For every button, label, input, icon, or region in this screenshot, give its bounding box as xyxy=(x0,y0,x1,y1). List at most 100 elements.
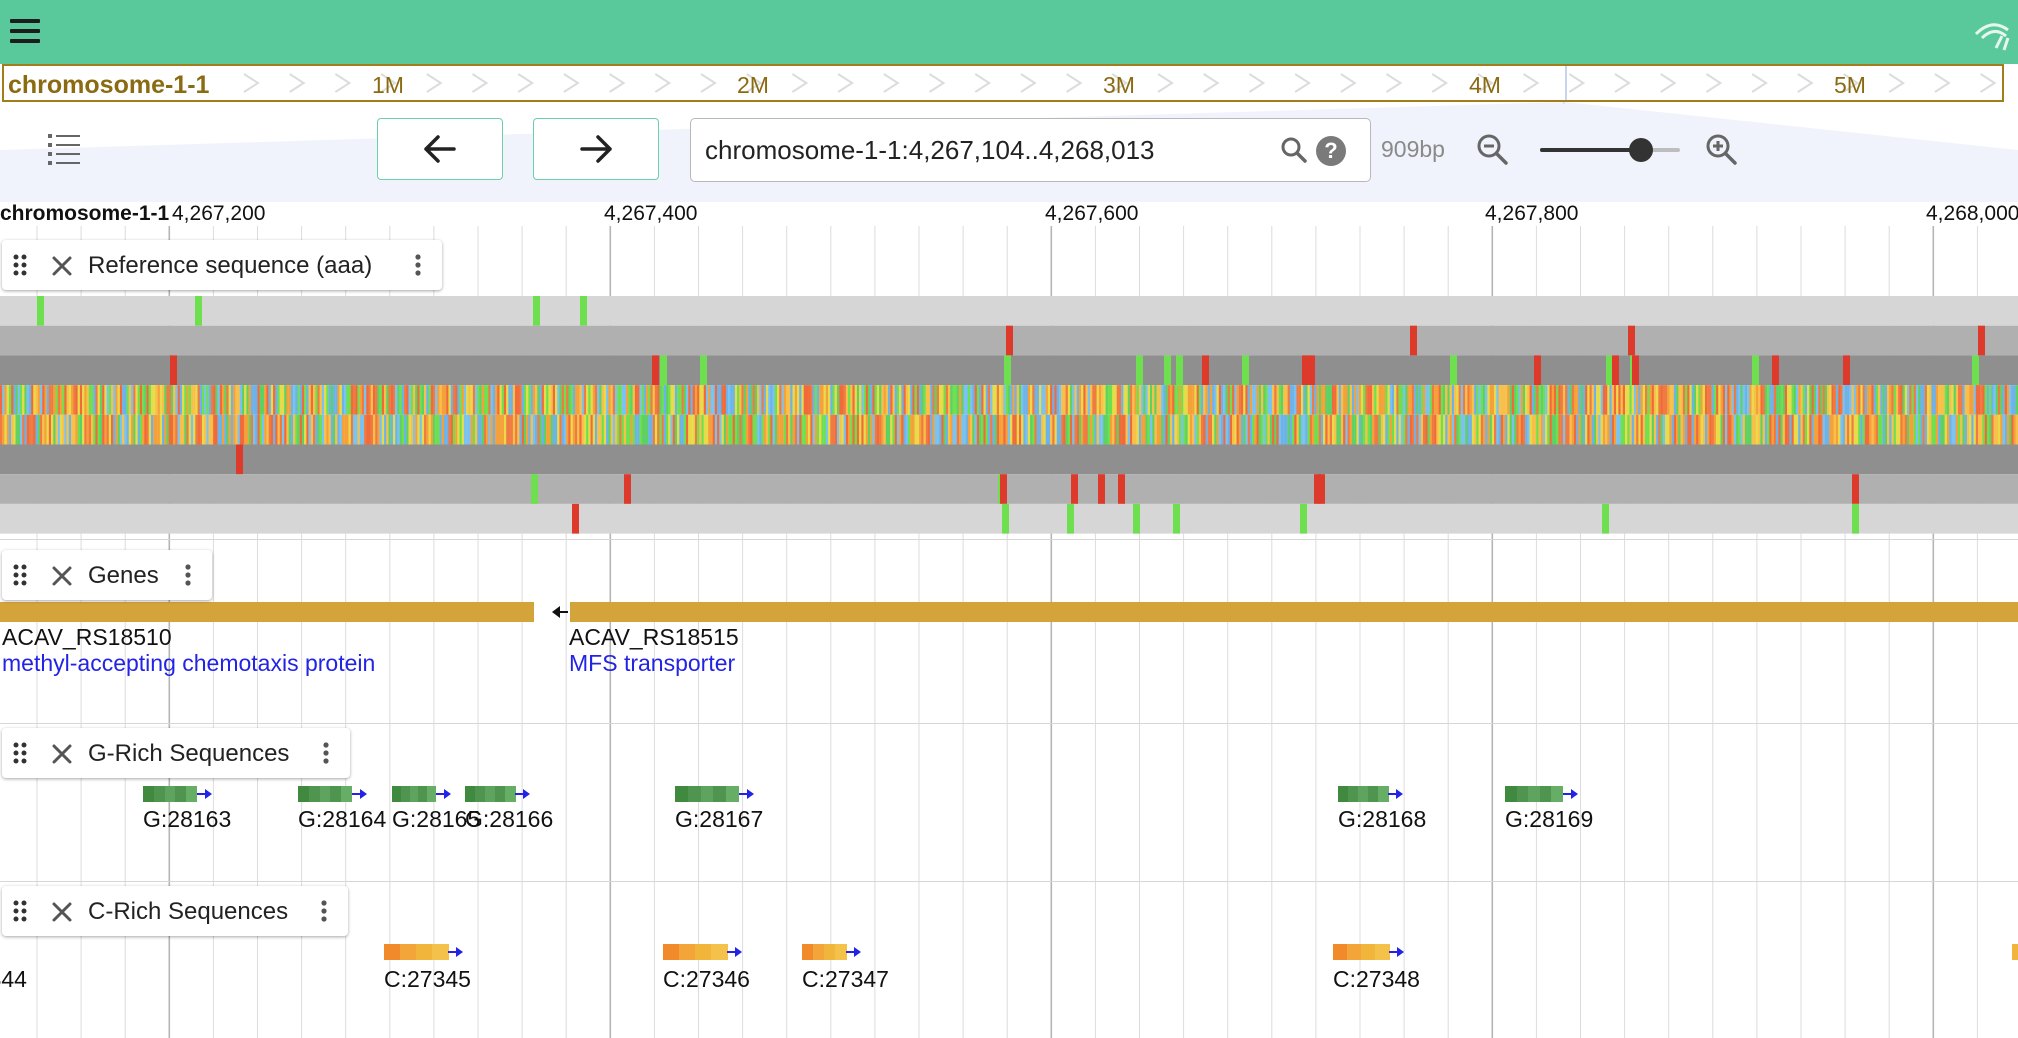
dna-base xyxy=(1578,385,1581,415)
dna-base xyxy=(1203,385,1206,415)
dna-base xyxy=(1263,385,1266,415)
motif-feature[interactable] xyxy=(675,784,755,804)
dna-base xyxy=(956,414,960,445)
chevron-glyph xyxy=(517,73,535,93)
dna-base xyxy=(377,414,380,445)
gene-feature[interactable] xyxy=(570,602,2018,622)
dna-base xyxy=(288,385,291,415)
motif-feature[interactable] xyxy=(298,784,368,804)
dna-base xyxy=(1782,385,1786,415)
back-button[interactable] xyxy=(377,118,503,180)
help-icon[interactable]: ? xyxy=(1316,136,1346,166)
dna-base xyxy=(1625,385,1628,415)
motif-feature[interactable] xyxy=(663,942,743,962)
dna-base xyxy=(410,414,414,445)
gene-feature[interactable] xyxy=(0,602,534,622)
track-menu-icon[interactable] xyxy=(184,563,192,587)
drag-handle-icon[interactable] xyxy=(12,741,28,765)
drag-handle-icon[interactable] xyxy=(12,563,28,587)
motif-feature[interactable] xyxy=(1505,784,1579,804)
dna-base xyxy=(1629,385,1632,415)
dna-base xyxy=(1076,385,1080,415)
forward-button[interactable] xyxy=(533,118,659,180)
motif-feature[interactable] xyxy=(392,784,452,804)
motif-feature[interactable] xyxy=(143,784,213,804)
dna-base xyxy=(1458,414,1461,445)
motif-feature[interactable] xyxy=(2012,944,2018,960)
dna-base xyxy=(745,414,749,445)
dna-base xyxy=(6,385,10,415)
dna-base xyxy=(197,385,200,415)
dna-base xyxy=(1296,385,1299,415)
dna-base xyxy=(137,414,141,445)
dna-base xyxy=(1125,414,1128,445)
strand-arrow-right-icon xyxy=(739,789,754,799)
track-menu-icon[interactable] xyxy=(322,741,330,765)
dna-base xyxy=(1815,385,1819,415)
dna-base xyxy=(437,385,440,415)
dna-base xyxy=(1194,385,1197,415)
dna-base xyxy=(899,385,902,415)
dna-base xyxy=(541,385,545,415)
dna-base xyxy=(1005,414,1009,445)
dna-base xyxy=(328,414,331,445)
close-icon[interactable] xyxy=(50,742,74,766)
dna-base xyxy=(2013,385,2016,415)
dna-base xyxy=(270,414,274,445)
dna-base xyxy=(1645,414,1648,445)
dna-base xyxy=(412,385,416,415)
dna-base xyxy=(310,385,314,415)
dna-base xyxy=(479,414,482,445)
track-label: Genes xyxy=(2,550,212,600)
zoom-slider[interactable] xyxy=(1540,148,1680,152)
dna-base xyxy=(270,385,274,415)
close-icon[interactable] xyxy=(50,564,74,588)
track-list-icon[interactable] xyxy=(44,128,84,168)
dna-base xyxy=(976,414,980,445)
start-codon xyxy=(1004,355,1011,386)
close-icon[interactable] xyxy=(50,254,74,278)
motif-feature[interactable] xyxy=(1333,942,1405,962)
dna-base xyxy=(936,414,940,445)
start-codon xyxy=(1606,355,1613,386)
dna-base xyxy=(1141,414,1144,445)
track-menu-icon[interactable] xyxy=(320,899,328,923)
dna-base xyxy=(1567,385,1570,415)
dna-base xyxy=(1835,414,1839,445)
location-input[interactable]: chromosome-1-1:4,267,104..4,268,013 xyxy=(705,135,1155,166)
drag-handle-icon[interactable] xyxy=(12,253,28,277)
motif-feature[interactable] xyxy=(802,942,862,962)
dna-base xyxy=(461,385,465,415)
dna-base xyxy=(1436,385,1439,415)
dna-base xyxy=(1014,385,1017,415)
dna-base xyxy=(1853,414,1857,445)
track-menu-icon[interactable] xyxy=(414,253,422,277)
close-icon[interactable] xyxy=(50,900,74,924)
dna-base xyxy=(1898,385,1901,415)
dna-base xyxy=(108,385,112,415)
dna-base xyxy=(1696,414,1699,445)
drag-handle-icon[interactable] xyxy=(12,899,28,923)
zoom-out-icon[interactable] xyxy=(1475,132,1511,168)
dna-base xyxy=(370,414,374,445)
search-icon[interactable] xyxy=(1280,136,1308,164)
dna-base xyxy=(1527,385,1530,415)
dna-base xyxy=(1509,385,1512,415)
location-search-box[interactable]: chromosome-1-1:4,267,104..4,268,013 ? xyxy=(690,118,1371,182)
dna-base xyxy=(1986,414,1990,445)
dna-base xyxy=(785,385,789,415)
motif-feature[interactable] xyxy=(1338,784,1404,804)
zoom-slider-thumb[interactable] xyxy=(1628,138,1653,162)
dna-base xyxy=(455,414,458,445)
motif-label: C:27346 xyxy=(663,966,750,992)
motif-feature[interactable] xyxy=(384,942,464,962)
dna-base xyxy=(532,385,536,415)
dna-base xyxy=(1989,414,1992,445)
zoom-in-icon[interactable] xyxy=(1704,132,1740,168)
dna-base xyxy=(1811,414,1814,445)
hamburger-menu-icon[interactable] xyxy=(8,16,42,46)
dna-base xyxy=(1647,385,1650,415)
dna-base xyxy=(1032,414,1035,445)
motif-feature[interactable] xyxy=(465,784,531,804)
overview-scalebar[interactable]: chromosome-1-1 1M 2M 3M 4M 5M xyxy=(2,64,2004,102)
